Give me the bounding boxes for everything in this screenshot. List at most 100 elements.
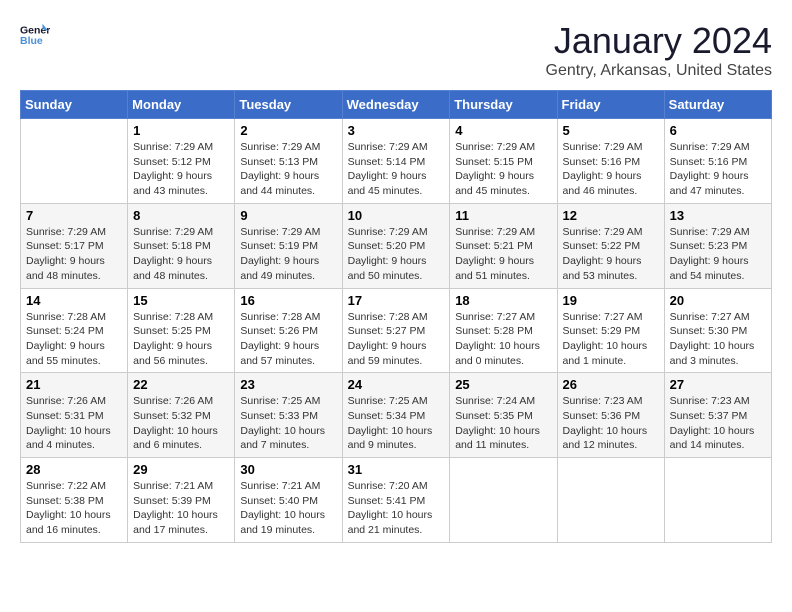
weekday-header-monday: Monday — [128, 91, 235, 119]
day-number: 22 — [133, 377, 229, 392]
weekday-header-friday: Friday — [557, 91, 664, 119]
day-info: Sunrise: 7:22 AM Sunset: 5:38 PM Dayligh… — [26, 479, 122, 538]
calendar-cell: 8 Sunrise: 7:29 AM Sunset: 5:18 PM Daylig… — [128, 203, 235, 288]
day-number: 31 — [348, 462, 445, 477]
day-number: 29 — [133, 462, 229, 477]
calendar-cell: 26 Sunrise: 7:23 AM Sunset: 5:36 PM Dayli… — [557, 373, 664, 458]
calendar-cell: 5 Sunrise: 7:29 AM Sunset: 5:16 PM Daylig… — [557, 119, 664, 204]
calendar-cell: 2Sunrise: 7:29 AM Sunset: 5:13 PM Daylig… — [235, 119, 342, 204]
day-info: Sunrise: 7:23 AM Sunset: 5:36 PM Dayligh… — [563, 394, 659, 453]
weekday-header-row: SundayMondayTuesdayWednesdayThursdayFrid… — [21, 91, 772, 119]
calendar-cell — [664, 458, 771, 543]
week-row-3: 14Sunrise: 7:28 AM Sunset: 5:24 PM Dayli… — [21, 288, 772, 373]
calendar-cell: 9 Sunrise: 7:29 AM Sunset: 5:19 PM Daylig… — [235, 203, 342, 288]
calendar-cell: 15 Sunrise: 7:28 AM Sunset: 5:25 PM Dayli… — [128, 288, 235, 373]
calendar-cell: 24Sunrise: 7:25 AM Sunset: 5:34 PM Dayli… — [342, 373, 450, 458]
calendar: SundayMondayTuesdayWednesdayThursdayFrid… — [20, 90, 772, 543]
day-number: 11 — [455, 208, 551, 223]
day-number: 30 — [240, 462, 336, 477]
day-number: 1 — [133, 123, 229, 138]
week-row-5: 28 Sunrise: 7:22 AM Sunset: 5:38 PM Dayli… — [21, 458, 772, 543]
calendar-cell: 11 Sunrise: 7:29 AM Sunset: 5:21 PM Dayli… — [450, 203, 557, 288]
month-title: January 2024 — [546, 20, 772, 62]
weekday-header-wednesday: Wednesday — [342, 91, 450, 119]
day-number: 6 — [670, 123, 766, 138]
weekday-header-thursday: Thursday — [450, 91, 557, 119]
day-number: 20 — [670, 293, 766, 308]
week-row-1: 1Sunrise: 7:29 AM Sunset: 5:12 PM Daylig… — [21, 119, 772, 204]
logo-icon: General Blue — [20, 20, 50, 50]
calendar-cell: 28 Sunrise: 7:22 AM Sunset: 5:38 PM Dayli… — [21, 458, 128, 543]
day-number: 15 — [133, 293, 229, 308]
day-number: 16 — [240, 293, 336, 308]
day-info: Sunrise: 7:20 AM Sunset: 5:41 PM Dayligh… — [348, 479, 445, 538]
day-number: 12 — [563, 208, 659, 223]
calendar-cell: 16 Sunrise: 7:28 AM Sunset: 5:26 PM Dayli… — [235, 288, 342, 373]
day-number: 18 — [455, 293, 551, 308]
day-info: Sunrise: 7:26 AM Sunset: 5:31 PM Dayligh… — [26, 394, 122, 453]
weekday-header-saturday: Saturday — [664, 91, 771, 119]
calendar-cell: 22 Sunrise: 7:26 AM Sunset: 5:32 PM Dayli… — [128, 373, 235, 458]
day-info: Sunrise: 7:27 AM Sunset: 5:28 PM Dayligh… — [455, 310, 551, 369]
day-number: 28 — [26, 462, 122, 477]
calendar-cell: 1Sunrise: 7:29 AM Sunset: 5:12 PM Daylig… — [128, 119, 235, 204]
day-info: Sunrise: 7:25 AM Sunset: 5:33 PM Dayligh… — [240, 394, 336, 453]
week-row-2: 7 Sunrise: 7:29 AM Sunset: 5:17 PM Daylig… — [21, 203, 772, 288]
calendar-cell: 29 Sunrise: 7:21 AM Sunset: 5:39 PM Dayli… — [128, 458, 235, 543]
day-number: 26 — [563, 377, 659, 392]
day-info: Sunrise: 7:29 AM Sunset: 5:23 PM Dayligh… — [670, 225, 766, 284]
calendar-cell: 23Sunrise: 7:25 AM Sunset: 5:33 PM Dayli… — [235, 373, 342, 458]
day-number: 10 — [348, 208, 445, 223]
svg-text:Blue: Blue — [20, 35, 43, 47]
header: General Blue January 2024 Gentry, Arkans… — [20, 20, 772, 80]
calendar-cell — [557, 458, 664, 543]
day-number: 9 — [240, 208, 336, 223]
day-number: 25 — [455, 377, 551, 392]
day-info: Sunrise: 7:28 AM Sunset: 5:27 PM Dayligh… — [348, 310, 445, 369]
day-info: Sunrise: 7:26 AM Sunset: 5:32 PM Dayligh… — [133, 394, 229, 453]
day-number: 13 — [670, 208, 766, 223]
day-info: Sunrise: 7:29 AM Sunset: 5:21 PM Dayligh… — [455, 225, 551, 284]
day-info: Sunrise: 7:24 AM Sunset: 5:35 PM Dayligh… — [455, 394, 551, 453]
day-number: 24 — [348, 377, 445, 392]
calendar-cell: 7 Sunrise: 7:29 AM Sunset: 5:17 PM Daylig… — [21, 203, 128, 288]
day-info: Sunrise: 7:29 AM Sunset: 5:17 PM Dayligh… — [26, 225, 122, 284]
day-info: Sunrise: 7:29 AM Sunset: 5:16 PM Dayligh… — [670, 140, 766, 199]
day-number: 7 — [26, 208, 122, 223]
day-info: Sunrise: 7:29 AM Sunset: 5:18 PM Dayligh… — [133, 225, 229, 284]
location-title: Gentry, Arkansas, United States — [546, 62, 772, 80]
day-number: 5 — [563, 123, 659, 138]
logo: General Blue — [20, 20, 50, 50]
week-row-4: 21Sunrise: 7:26 AM Sunset: 5:31 PM Dayli… — [21, 373, 772, 458]
day-info: Sunrise: 7:29 AM Sunset: 5:13 PM Dayligh… — [240, 140, 336, 199]
calendar-cell: 12Sunrise: 7:29 AM Sunset: 5:22 PM Dayli… — [557, 203, 664, 288]
day-info: Sunrise: 7:29 AM Sunset: 5:20 PM Dayligh… — [348, 225, 445, 284]
day-info: Sunrise: 7:29 AM Sunset: 5:16 PM Dayligh… — [563, 140, 659, 199]
day-number: 4 — [455, 123, 551, 138]
day-number: 19 — [563, 293, 659, 308]
calendar-cell: 31 Sunrise: 7:20 AM Sunset: 5:41 PM Dayli… — [342, 458, 450, 543]
calendar-cell — [21, 119, 128, 204]
calendar-cell: 21Sunrise: 7:26 AM Sunset: 5:31 PM Dayli… — [21, 373, 128, 458]
day-info: Sunrise: 7:27 AM Sunset: 5:29 PM Dayligh… — [563, 310, 659, 369]
day-info: Sunrise: 7:29 AM Sunset: 5:15 PM Dayligh… — [455, 140, 551, 199]
calendar-cell: 10 Sunrise: 7:29 AM Sunset: 5:20 PM Dayli… — [342, 203, 450, 288]
calendar-cell: 4 Sunrise: 7:29 AM Sunset: 5:15 PM Daylig… — [450, 119, 557, 204]
calendar-cell: 6 Sunrise: 7:29 AM Sunset: 5:16 PM Daylig… — [664, 119, 771, 204]
calendar-cell: 18 Sunrise: 7:27 AM Sunset: 5:28 PM Dayli… — [450, 288, 557, 373]
day-info: Sunrise: 7:28 AM Sunset: 5:25 PM Dayligh… — [133, 310, 229, 369]
weekday-header-sunday: Sunday — [21, 91, 128, 119]
day-number: 8 — [133, 208, 229, 223]
calendar-cell: 19 Sunrise: 7:27 AM Sunset: 5:29 PM Dayli… — [557, 288, 664, 373]
day-info: Sunrise: 7:28 AM Sunset: 5:26 PM Dayligh… — [240, 310, 336, 369]
day-info: Sunrise: 7:21 AM Sunset: 5:39 PM Dayligh… — [133, 479, 229, 538]
day-number: 14 — [26, 293, 122, 308]
day-info: Sunrise: 7:23 AM Sunset: 5:37 PM Dayligh… — [670, 394, 766, 453]
day-number: 27 — [670, 377, 766, 392]
title-area: January 2024 Gentry, Arkansas, United St… — [546, 20, 772, 80]
day-info: Sunrise: 7:29 AM Sunset: 5:19 PM Dayligh… — [240, 225, 336, 284]
calendar-cell: 20 Sunrise: 7:27 AM Sunset: 5:30 PM Dayli… — [664, 288, 771, 373]
day-info: Sunrise: 7:27 AM Sunset: 5:30 PM Dayligh… — [670, 310, 766, 369]
calendar-cell: 27 Sunrise: 7:23 AM Sunset: 5:37 PM Dayli… — [664, 373, 771, 458]
calendar-cell: 30Sunrise: 7:21 AM Sunset: 5:40 PM Dayli… — [235, 458, 342, 543]
